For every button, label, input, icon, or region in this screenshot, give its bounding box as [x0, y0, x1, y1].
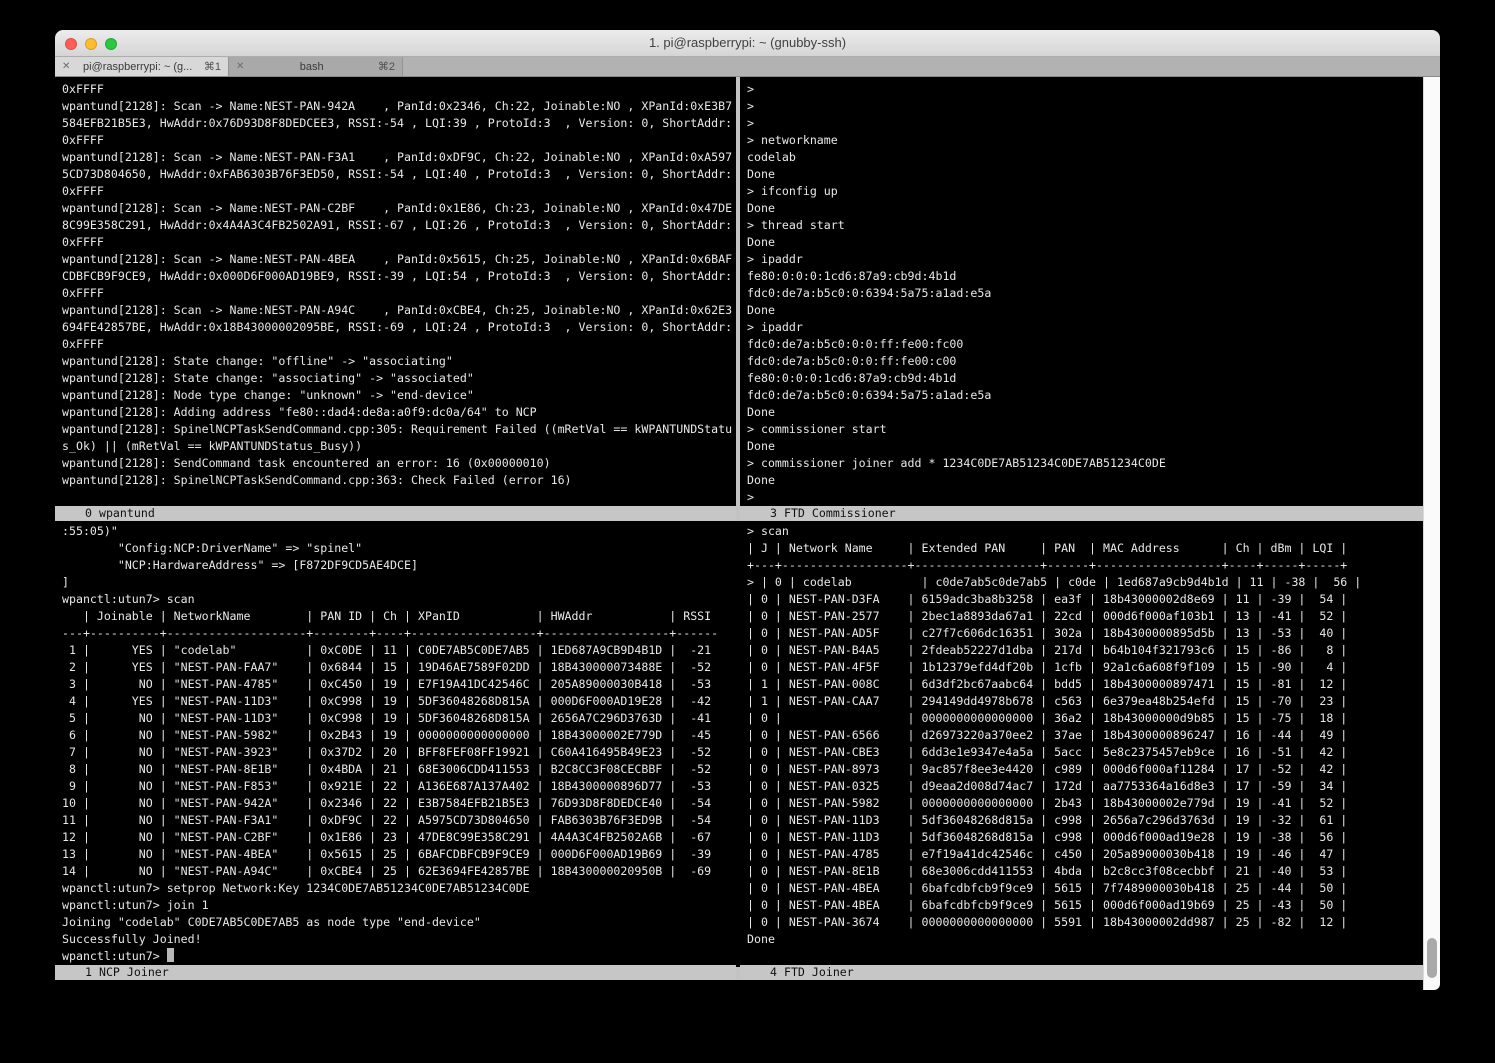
- pane-ncp-joiner[interactable]: :55:05)" "Config:NCP:DriverName" => "spi…: [55, 521, 743, 967]
- tab-ssh-session[interactable]: ✕ pi@raspberrypi: ~ (g... ⌘1: [55, 57, 229, 76]
- scrollbar[interactable]: [1423, 77, 1440, 990]
- terminal-content: 0xFFFF wpantund[2128]: Scan -> Name:NEST…: [55, 77, 1440, 990]
- tab-shortcut: ⌘1: [204, 60, 221, 73]
- status-bar-wpantund: 0 wpantund: [55, 506, 736, 521]
- ftd-commissioner-console-text: > > > > networkname codelab Done > ifcon…: [747, 81, 1430, 506]
- shell-prompt: wpanctl:utun7>: [62, 949, 167, 963]
- pane-ftd-commissioner[interactable]: > > > > networkname codelab Done > ifcon…: [740, 77, 1430, 510]
- minimize-window-icon[interactable]: [85, 38, 97, 50]
- window-title: 1. pi@raspberrypi: ~ (gnubby-ssh): [55, 30, 1440, 56]
- tab-label: pi@raspberrypi: ~ (g...: [75, 61, 199, 73]
- tab-label: bash: [249, 61, 373, 73]
- close-tab-icon[interactable]: ✕: [236, 61, 244, 72]
- traffic-lights: [65, 38, 117, 50]
- terminal-cursor: [167, 948, 174, 962]
- ncp-joiner-console-text: :55:05)" "Config:NCP:DriverName" => "spi…: [62, 523, 743, 948]
- scrollbar-thumb[interactable]: [1427, 938, 1437, 978]
- status-bar-ftd-commissioner: 3 FTD Commissioner: [740, 506, 1423, 521]
- tab-shortcut: ⌘2: [378, 60, 395, 73]
- close-tab-icon[interactable]: ✕: [62, 61, 70, 72]
- status-bar-ftd-joiner: 4 FTD Joiner: [740, 965, 1423, 980]
- pane-ftd-joiner[interactable]: > scan | J | Network Name | Extended PAN…: [740, 521, 1430, 967]
- terminal-window: 1. pi@raspberrypi: ~ (gnubby-ssh) ✕ pi@r…: [55, 30, 1440, 990]
- ftd-joiner-console-text: > scan | J | Network Name | Extended PAN…: [747, 523, 1430, 948]
- tab-bash[interactable]: ✕ bash ⌘2: [229, 57, 403, 76]
- tab-bar: ✕ pi@raspberrypi: ~ (g... ⌘1 ✕ bash ⌘2: [55, 57, 1440, 77]
- shell-prompt-line: wpanctl:utun7>: [62, 948, 743, 965]
- wpantund-log-text: 0xFFFF wpantund[2128]: Scan -> Name:NEST…: [62, 81, 743, 489]
- close-window-icon[interactable]: [65, 38, 77, 50]
- pane-wpantund[interactable]: 0xFFFF wpantund[2128]: Scan -> Name:NEST…: [55, 77, 743, 510]
- zoom-window-icon[interactable]: [105, 38, 117, 50]
- status-bar-ncp-joiner: 1 NCP Joiner: [55, 965, 736, 980]
- window-titlebar[interactable]: 1. pi@raspberrypi: ~ (gnubby-ssh): [55, 30, 1440, 57]
